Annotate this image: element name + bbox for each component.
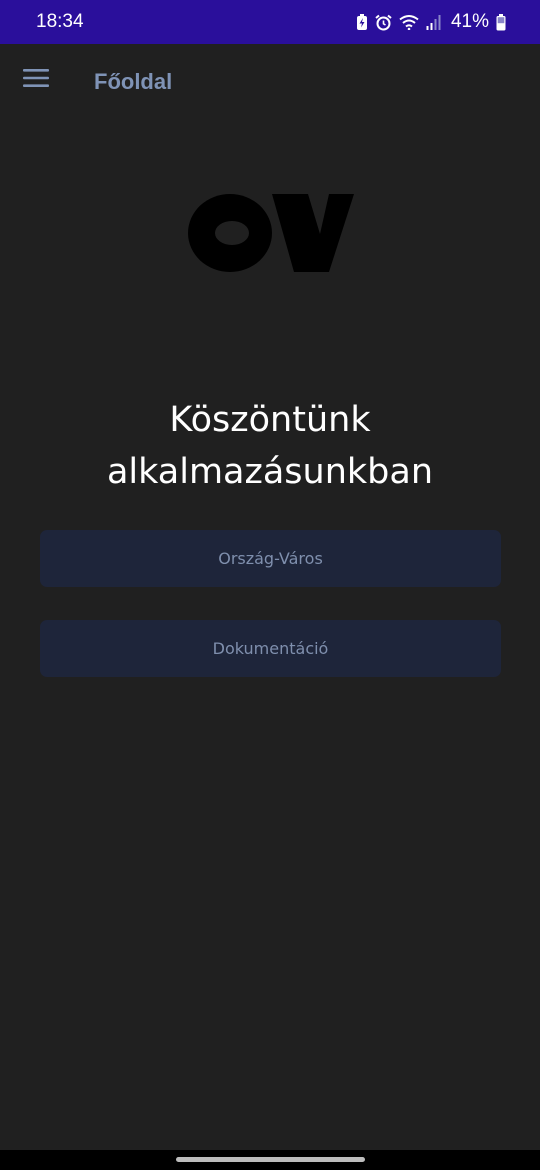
app-logo bbox=[186, 190, 356, 276]
wifi-icon bbox=[399, 14, 419, 30]
system-nav-bar bbox=[0, 1150, 540, 1170]
welcome-line-2: alkalmazásunkban bbox=[106, 452, 434, 492]
hamburger-menu-icon bbox=[23, 68, 49, 92]
status-bar: 18:34 41% bbox=[0, 0, 540, 44]
app-screen: 18:34 41% Főoldal Köszöntünk alkalmazásu… bbox=[0, 0, 540, 1170]
home-indicator[interactable] bbox=[176, 1157, 365, 1162]
battery-icon bbox=[496, 13, 506, 31]
page-title: Főoldal bbox=[94, 69, 173, 94]
dokumentacio-button[interactable]: Dokumentáció bbox=[40, 620, 501, 677]
signal-icon bbox=[426, 14, 442, 30]
dokumentacio-label: Dokumentáció bbox=[212, 639, 329, 658]
welcome-heading: Köszöntünk alkalmazásunkban bbox=[0, 394, 540, 498]
menu-button[interactable] bbox=[14, 58, 58, 102]
status-icons: 41% bbox=[356, 11, 506, 33]
orszag-varos-button[interactable]: Ország-Város bbox=[40, 530, 501, 587]
app-bar: Főoldal bbox=[0, 44, 540, 120]
battery-saver-icon bbox=[356, 13, 368, 31]
status-time: 18:34 bbox=[36, 11, 84, 32]
welcome-line-1: Köszöntünk bbox=[169, 400, 371, 440]
alarm-icon bbox=[375, 14, 392, 31]
orszag-varos-label: Ország-Város bbox=[218, 549, 323, 568]
battery-percent: 41% bbox=[450, 11, 489, 32]
